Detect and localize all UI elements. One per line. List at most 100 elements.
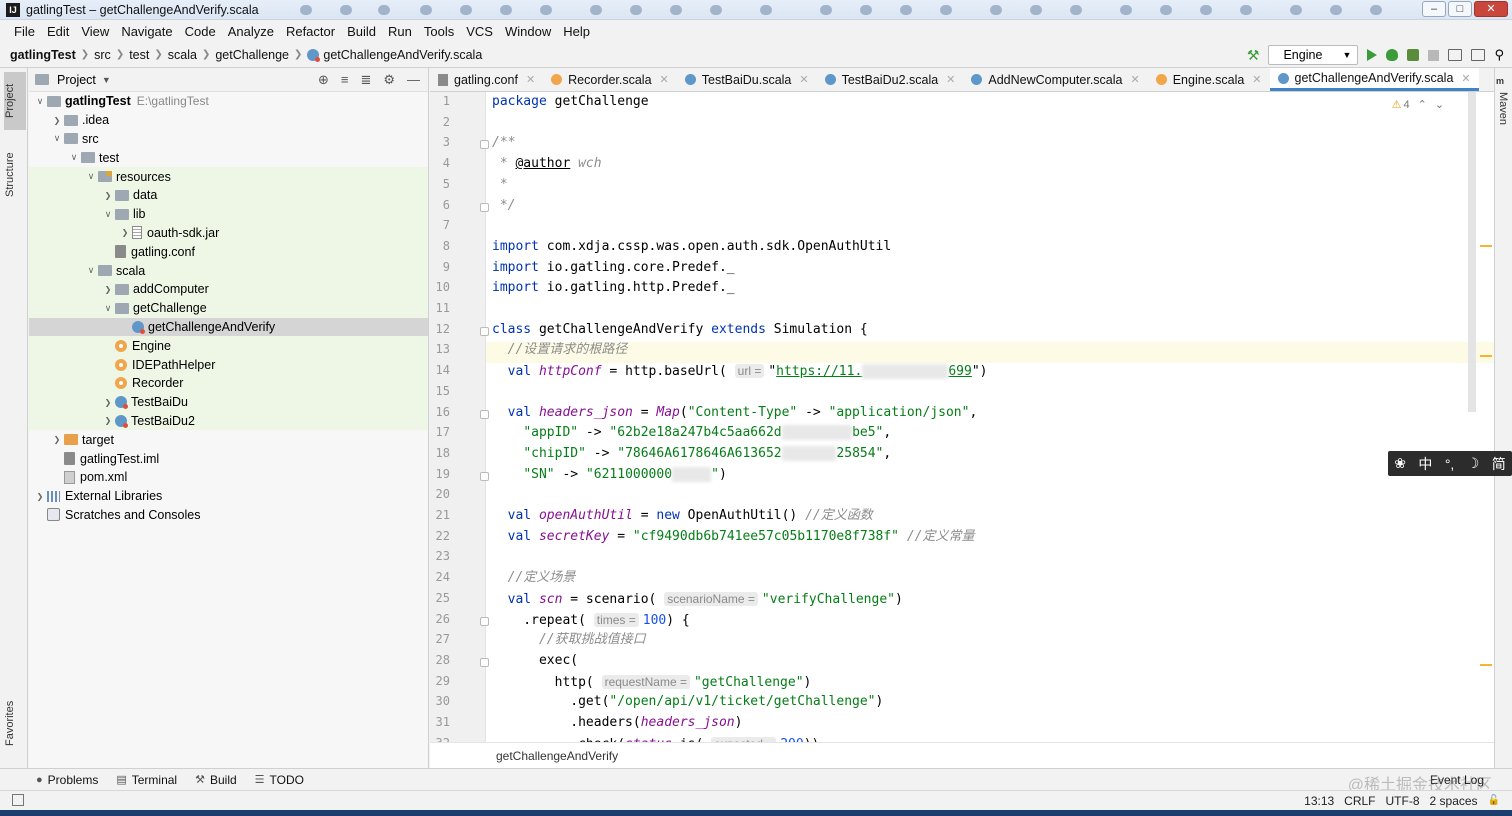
build-hammer-icon[interactable]: ⚒ xyxy=(1247,47,1260,64)
breadcrumb-item[interactable]: gatlingTest xyxy=(10,48,76,62)
structure-tool-tab[interactable]: Structure xyxy=(4,142,26,208)
menu-run[interactable]: Run xyxy=(382,24,418,39)
tree-node[interactable]: pom.xml xyxy=(29,468,428,487)
close-icon[interactable]: ✕ xyxy=(660,73,669,86)
close-icon[interactable]: ✕ xyxy=(799,73,808,86)
editor-tab[interactable]: TestBaiDu.scala ✕ xyxy=(677,68,817,91)
close-icon[interactable]: ✕ xyxy=(526,73,535,86)
favorites-tool-tab[interactable]: Favorites xyxy=(4,690,26,756)
tree-node[interactable]: ❯ External Libraries xyxy=(29,487,428,506)
fold-marker-icon[interactable] xyxy=(480,202,489,212)
menu-view[interactable]: View xyxy=(75,24,115,39)
editor-tab[interactable]: Recorder.scala ✕ xyxy=(543,68,677,91)
menu-help[interactable]: Help xyxy=(557,24,596,39)
chevron-right-icon[interactable]: ❯ xyxy=(50,116,64,125)
editor-tab[interactable]: gatling.conf ✕ xyxy=(430,68,543,91)
chevron-down-icon[interactable]: ∨ xyxy=(101,303,115,314)
minimize-button[interactable]: – xyxy=(1422,1,1446,17)
tree-node[interactable]: ∨ getChallenge xyxy=(29,298,428,318)
tree-node[interactable]: ❯ TestBaiDu2 xyxy=(29,411,428,431)
chevron-down-icon[interactable]: ∨ xyxy=(101,209,115,220)
menu-analyze[interactable]: Analyze xyxy=(222,24,280,39)
menu-vcs[interactable]: VCS xyxy=(460,24,499,39)
stop-icon[interactable] xyxy=(1428,49,1440,61)
status-item[interactable]: 2 spaces xyxy=(1430,794,1478,808)
run-configuration-select[interactable]: Engine ▼ xyxy=(1268,45,1359,65)
tree-node[interactable]: ❯ target xyxy=(29,430,428,449)
chevron-down-icon[interactable]: ∨ xyxy=(84,171,98,182)
tree-node[interactable]: ∨ resources xyxy=(29,167,428,186)
project-panel-title[interactable]: Project xyxy=(57,73,96,87)
tree-node[interactable]: gatlingTest.iml xyxy=(29,449,428,468)
maven-tool-tab[interactable]: Maven xyxy=(1497,92,1509,125)
tree-node[interactable]: Scratches and Consoles xyxy=(29,506,428,525)
ime-toolbar[interactable]: ❀ 中 °, ☽ 简 xyxy=(1388,451,1512,476)
chevron-right-icon[interactable]: ❯ xyxy=(118,228,132,237)
tree-node[interactable]: ∨ test xyxy=(29,148,428,167)
chevron-down-icon[interactable]: ▼ xyxy=(102,75,111,85)
fold-marker-icon[interactable] xyxy=(480,326,489,336)
collapse-all-icon[interactable]: ≣ xyxy=(360,72,371,88)
tool-windows-icon[interactable] xyxy=(12,794,24,806)
tool-problems-button[interactable]: ● Problems xyxy=(36,773,98,787)
menu-tools[interactable]: Tools xyxy=(418,24,460,39)
maximize-button[interactable]: □ xyxy=(1448,1,1472,17)
fold-marker-icon[interactable] xyxy=(480,657,489,667)
fold-marker-icon[interactable] xyxy=(480,409,489,419)
chevron-down-icon[interactable]: ⌄ xyxy=(1435,98,1444,111)
editor-tab[interactable]: TestBaiDu2.scala ✕ xyxy=(817,68,964,91)
run-icon[interactable] xyxy=(1367,49,1378,61)
close-icon[interactable]: ✕ xyxy=(946,73,955,86)
chevron-right-icon[interactable]: ❯ xyxy=(101,191,115,200)
menu-build[interactable]: Build xyxy=(341,24,382,39)
hide-icon[interactable]: — xyxy=(407,72,420,88)
gear-icon[interactable]: ⚙ xyxy=(383,72,395,88)
ime-toolbar-item[interactable]: ☽ xyxy=(1467,455,1480,472)
breadcrumb-item[interactable]: src xyxy=(94,48,111,62)
tree-node[interactable]: ❯ .idea xyxy=(29,111,428,130)
search-icon[interactable]: ⚲ xyxy=(1494,47,1504,63)
locate-icon[interactable]: ⊕ xyxy=(318,72,329,88)
tool-terminal-button[interactable]: ▤ Terminal xyxy=(116,773,177,787)
chevron-up-icon[interactable]: ⌃ xyxy=(1418,98,1427,111)
tree-node[interactable]: ❯ oauth-sdk.jar xyxy=(29,223,428,243)
fold-marker-icon[interactable] xyxy=(480,140,489,150)
tree-node[interactable]: getChallengeAndVerify xyxy=(29,317,428,337)
chevron-right-icon[interactable]: ❯ xyxy=(101,416,115,425)
error-stripe-marker[interactable] xyxy=(1480,245,1492,247)
project-structure-icon[interactable] xyxy=(1448,49,1463,61)
status-item[interactable]: CRLF xyxy=(1344,794,1375,808)
close-icon[interactable]: ✕ xyxy=(1461,72,1470,85)
editor-tab[interactable]: getChallengeAndVerify.scala ✕ xyxy=(1269,68,1479,91)
editor-breadcrumb[interactable]: getChallengeAndVerify xyxy=(430,742,1494,768)
tree-node[interactable]: ∨ lib xyxy=(29,204,428,224)
status-item[interactable]: 13:13 xyxy=(1304,794,1334,808)
code-editor[interactable]: 1 2 3 4 5 6 7 8 9 10 11 12 13 14 15 16 17 18 19 20 21 22 23 24 2… xyxy=(430,92,1494,742)
error-stripe-marker[interactable] xyxy=(1480,355,1492,357)
layout-icon[interactable] xyxy=(1471,49,1486,61)
chevron-right-icon[interactable]: ❯ xyxy=(101,285,115,294)
breadcrumb-item[interactable]: getChallengeAndVerify.scala xyxy=(307,48,482,62)
tree-node[interactable]: ❯ data xyxy=(29,185,428,205)
status-item[interactable]: UTF-8 xyxy=(1386,794,1420,808)
debug-icon[interactable] xyxy=(1386,49,1399,61)
close-icon[interactable]: ✕ xyxy=(1252,73,1261,86)
menu-code[interactable]: Code xyxy=(179,24,222,39)
error-stripe-marker[interactable] xyxy=(1480,664,1492,666)
menu-navigate[interactable]: Navigate xyxy=(115,24,178,39)
menu-edit[interactable]: Edit xyxy=(41,24,75,39)
chevron-right-icon[interactable]: ❯ xyxy=(101,398,115,407)
editor-tab[interactable]: Engine.scala ✕ xyxy=(1148,68,1270,91)
tree-node[interactable]: Engine xyxy=(29,336,428,356)
chevron-down-icon[interactable]: ∨ xyxy=(67,152,81,163)
project-tool-tab[interactable]: Project xyxy=(4,72,26,130)
breadcrumb-item[interactable]: test xyxy=(129,48,149,62)
tree-node[interactable]: ❯ addComputer xyxy=(29,279,428,299)
lock-icon[interactable]: 🔓 xyxy=(1488,795,1500,806)
chevron-down-icon[interactable]: ∨ xyxy=(33,96,47,107)
chevron-down-icon[interactable]: ∨ xyxy=(84,265,98,276)
ime-toolbar-item[interactable]: ❀ xyxy=(1394,455,1406,472)
menu-window[interactable]: Window xyxy=(499,24,557,39)
chevron-down-icon[interactable]: ∨ xyxy=(50,133,64,144)
ime-toolbar-item[interactable]: 中 xyxy=(1418,454,1432,474)
